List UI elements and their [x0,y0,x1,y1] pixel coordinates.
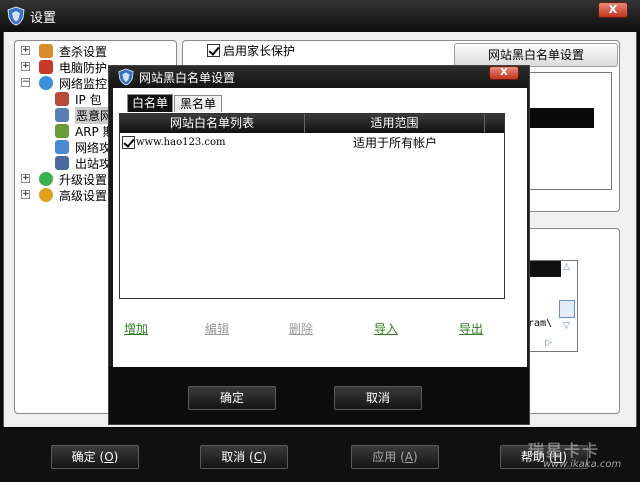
tree-item-label: 电脑防护 [59,61,108,75]
dialog-cancel-button[interactable]: 取消 [334,386,422,410]
tree-expander-icon[interactable]: + [21,62,30,71]
row-checkbox-checked-icon[interactable] [122,136,135,149]
scrollbar-thumb[interactable] [559,300,575,318]
shield-icon [118,68,134,86]
dialog-titlebar: 网站黑白名单设置 X [109,66,529,88]
window-close-button[interactable]: X [598,2,628,18]
watermark-url: www.ikaka.com [543,459,622,470]
tab-blacklist[interactable]: 黑名单 [174,95,222,112]
background-list [520,72,612,190]
web-page-icon [55,108,69,122]
cancel-label: 取消 [221,450,246,464]
monitor-icon [55,156,69,170]
dialog-ok-button[interactable]: 确定 [188,386,276,410]
import-button[interactable]: 导入 [374,320,398,337]
ok-shortcut: O [104,450,114,464]
checkbox-checked-icon[interactable] [207,44,220,57]
ok-label: 确定 [71,450,96,464]
site-list-dialog: 网站黑白名单设置 X 白名单 黑名单 网站白名单列表 适用范围 www.hao1… [108,65,530,425]
monitor-icon [55,140,69,154]
parental-protection-checkbox[interactable]: 启用家长保护 [207,42,295,59]
tab-whitelist[interactable]: 白名单 [127,94,173,112]
delete-button[interactable]: 删除 [289,320,313,337]
tree-expander-icon[interactable]: + [21,46,30,55]
tree-item-label: 查杀设置 [59,45,108,59]
cancel-button[interactable]: 取消 (C) [200,445,288,469]
dialog-body: 白名单 黑名单 网站白名单列表 适用范围 www.hao123.com 适用于所… [113,88,527,367]
column-header-site-list[interactable]: 网站白名单列表 [120,114,305,133]
column-header-scope[interactable]: 适用范围 [305,114,485,133]
edit-button[interactable]: 编辑 [205,320,229,337]
scan-icon [39,44,53,58]
arp-icon [55,124,69,138]
add-button[interactable]: 增加 [124,320,148,337]
apply-shortcut: A [404,450,414,464]
gear-icon [39,188,53,202]
scroll-up-icon[interactable]: △ [563,262,570,272]
scroll-down-icon[interactable]: ▽ [563,321,570,331]
window-titlebar: 设置 X [0,0,640,32]
tree-expander-icon[interactable]: + [21,190,30,199]
dialog-close-button[interactable]: X [489,66,519,80]
globe-icon [39,76,53,90]
row-scope: 适用于所有帐户 [353,136,438,150]
background-list-header [520,108,594,128]
apply-button[interactable]: 应用 (A) [351,445,439,469]
tree-collapser-icon[interactable]: − [21,78,30,87]
export-button[interactable]: 导出 [459,320,483,337]
ok-button[interactable]: 确定 (O) [51,445,139,469]
tree-expander-icon[interactable]: + [21,174,30,183]
packet-icon [55,92,69,106]
table-header: 网站白名单列表 适用范围 [120,114,504,133]
tree-item-label: 网络监控 [59,77,108,91]
dialog-footer: 确定 取消 [109,367,529,424]
apply-label: 应用 [372,450,397,464]
tree-item-label: 升级设置 [59,173,108,187]
window-title: 设置 [30,11,57,26]
watermark-brand: 瑞星卡卡 [528,441,601,460]
update-icon [39,172,53,186]
parental-protection-label: 启用家长保护 [223,44,296,58]
row-url: www.hao123.com [136,137,226,148]
window-footer: 确定 (O) 取消 (C) 应用 (A) 帮助 (H) 瑞星卡卡 www.ika… [0,427,640,482]
tree-item-label: IP 包 [75,93,102,107]
shield-icon [7,6,25,26]
cancel-shortcut: C [253,450,263,464]
site-blacklist-settings-button[interactable]: 网站黑白名单设置 [454,43,618,67]
shield-icon [39,60,53,74]
table-row[interactable]: www.hao123.com 适用于所有帐户 [122,135,502,151]
dialog-title: 网站黑白名单设置 [139,71,236,85]
tree-item-label: 网络攻 [75,141,112,155]
scroll-right-icon[interactable]: ▷ [545,338,552,348]
whitelist-table: 网站白名单列表 适用范围 www.hao123.com 适用于所有帐户 [119,113,505,299]
tree-item-label: 出站攻 [75,157,112,171]
tree-item-label: 高级设置 [59,189,108,203]
